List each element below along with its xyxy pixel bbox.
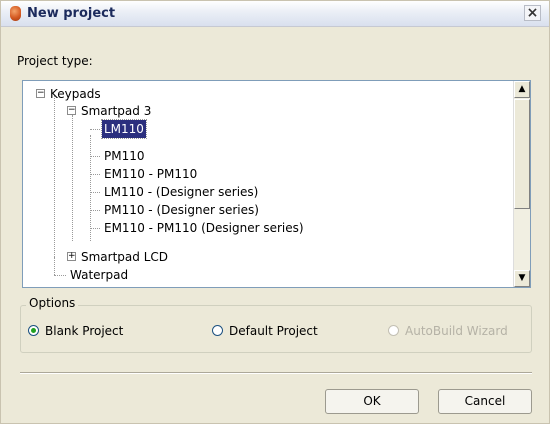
tree-guide-line bbox=[54, 95, 55, 257]
tree-guide-line bbox=[54, 257, 55, 275]
close-button[interactable]: × bbox=[524, 5, 541, 21]
tree-node-waterpad[interactable]: Waterpad bbox=[68, 266, 130, 284]
tree-node-keypads[interactable]: Keypads bbox=[48, 85, 103, 103]
radio-autobuild-wizard-label: AutoBuild Wizard bbox=[405, 324, 508, 338]
tree-node-pm110-designer[interactable]: PM110 - (Designer series) bbox=[102, 201, 261, 219]
tree-guide-line bbox=[90, 210, 100, 211]
tree-guide-line bbox=[90, 228, 100, 229]
tree-node-pm110[interactable]: PM110 bbox=[102, 147, 147, 165]
tree-guide-line bbox=[90, 156, 100, 157]
expand-smartpad-lcd-icon[interactable]: + bbox=[67, 252, 76, 261]
tree-guide-line bbox=[90, 174, 100, 175]
tree-guide-line bbox=[54, 275, 66, 276]
tree-node-smartpad-lcd[interactable]: Smartpad LCD bbox=[79, 248, 170, 266]
footer-separator bbox=[20, 372, 532, 374]
tree-guide-line bbox=[90, 135, 91, 241]
tree-node-smartpad-3[interactable]: Smartpad 3 bbox=[79, 102, 153, 120]
scroll-up-icon[interactable]: ▲ bbox=[514, 81, 530, 98]
tree-node-lm110-designer[interactable]: LM110 - (Designer series) bbox=[102, 183, 260, 201]
tree-node-em110-pm110[interactable]: EM110 - PM110 bbox=[102, 165, 199, 183]
radio-blank-project-label[interactable]: Blank Project bbox=[45, 323, 123, 339]
tree-content: − Keypads − Smartpad 3 LM110 PM110 EM110… bbox=[23, 81, 511, 287]
options-legend: Options bbox=[26, 296, 79, 310]
project-type-tree[interactable]: − Keypads − Smartpad 3 LM110 PM110 EM110… bbox=[22, 80, 531, 288]
tree-vertical-scrollbar[interactable]: ▲ ▼ bbox=[513, 81, 530, 287]
tree-guide-line bbox=[90, 129, 100, 130]
title-bar[interactable]: New project × bbox=[1, 1, 549, 27]
tree-guide-line bbox=[90, 192, 100, 193]
scroll-thumb[interactable] bbox=[514, 99, 530, 209]
radio-default-project-label[interactable]: Default Project bbox=[229, 323, 318, 339]
new-project-dialog: New project × Project type: − Keypads − … bbox=[0, 0, 550, 424]
scroll-down-icon[interactable]: ▼ bbox=[514, 270, 530, 287]
tree-node-lm110[interactable]: LM110 bbox=[101, 119, 147, 139]
collapse-smartpad3-icon[interactable]: − bbox=[67, 106, 76, 115]
radio-checked-icon[interactable] bbox=[28, 325, 39, 336]
collapse-keypads-icon[interactable]: − bbox=[36, 89, 45, 98]
tree-guide-line bbox=[72, 115, 73, 241]
window-title: New project bbox=[27, 6, 116, 21]
tree-node-em110-pm110-designer[interactable]: EM110 - PM110 (Designer series) bbox=[102, 219, 306, 237]
cancel-button[interactable]: Cancel bbox=[438, 389, 532, 414]
radio-disabled-icon bbox=[388, 325, 399, 336]
project-type-label: Project type: bbox=[17, 54, 93, 68]
radio-unchecked-icon[interactable] bbox=[212, 325, 223, 336]
ok-button[interactable]: OK bbox=[325, 389, 419, 414]
app-logo-icon bbox=[10, 6, 21, 21]
